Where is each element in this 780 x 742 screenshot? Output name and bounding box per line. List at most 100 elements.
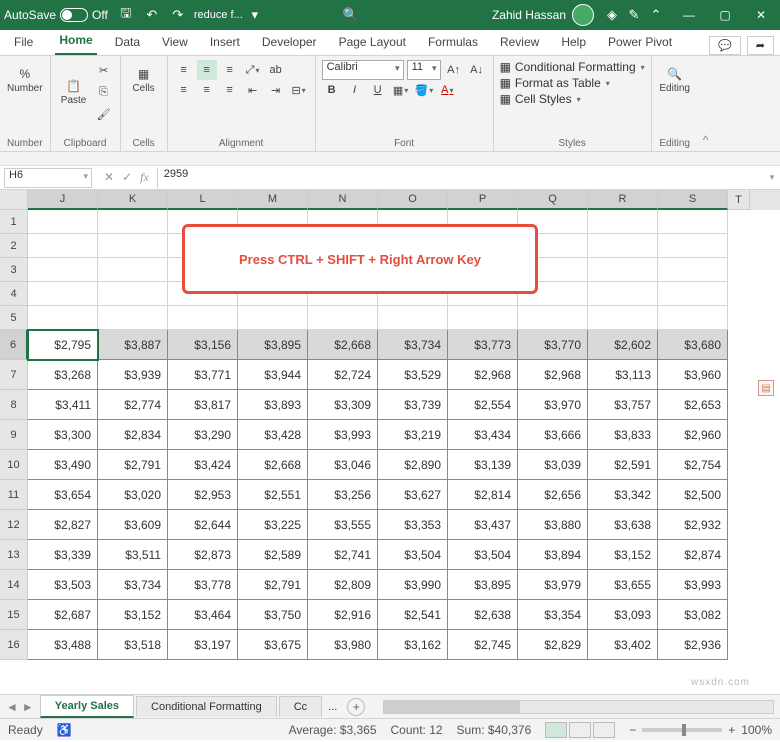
cell[interactable]: [448, 306, 518, 330]
cell[interactable]: $2,968: [448, 360, 518, 390]
tab-cc[interactable]: Cc: [279, 696, 322, 717]
cell[interactable]: [28, 234, 98, 258]
cell[interactable]: $2,724: [308, 360, 378, 390]
conditional-formatting-button[interactable]: ▦Conditional Formatting▾: [500, 60, 645, 74]
cell[interactable]: $3,488: [28, 630, 98, 660]
cell[interactable]: $2,656: [518, 480, 588, 510]
cell[interactable]: $3,654: [28, 480, 98, 510]
user-account[interactable]: Zahid Hassan: [492, 4, 594, 26]
cell[interactable]: $2,827: [28, 510, 98, 540]
cell[interactable]: $3,895: [238, 330, 308, 360]
orientation-icon[interactable]: ⤢▾: [243, 60, 263, 80]
align-right-icon[interactable]: ≡: [220, 80, 240, 100]
row-header-10[interactable]: 10: [0, 450, 28, 480]
col-header-O[interactable]: O: [378, 190, 448, 210]
col-header-J[interactable]: J: [28, 190, 98, 210]
cell[interactable]: $3,342: [588, 480, 658, 510]
ribbon-options-icon[interactable]: ⌃: [648, 7, 664, 23]
font-grow-icon[interactable]: A↑: [444, 60, 464, 80]
row-header-6[interactable]: 6: [0, 330, 28, 360]
cell[interactable]: $3,353: [378, 510, 448, 540]
indent-decrease-icon[interactable]: ⇤: [243, 80, 263, 100]
cell[interactable]: [28, 282, 98, 306]
col-header-K[interactable]: K: [98, 190, 168, 210]
border-icon[interactable]: ▦▾: [391, 80, 411, 100]
cell[interactable]: [98, 234, 168, 258]
cell[interactable]: $3,309: [308, 390, 378, 420]
cell[interactable]: $2,551: [238, 480, 308, 510]
col-header-M[interactable]: M: [238, 190, 308, 210]
cell[interactable]: $3,219: [378, 420, 448, 450]
zoom-in-icon[interactable]: +: [728, 723, 735, 737]
cell[interactable]: $3,268: [28, 360, 98, 390]
menu-help[interactable]: Help: [557, 31, 590, 55]
cell[interactable]: [518, 306, 588, 330]
cell[interactable]: $3,939: [98, 360, 168, 390]
cell[interactable]: $3,503: [28, 570, 98, 600]
cell[interactable]: $3,339: [28, 540, 98, 570]
collapse-ribbon-icon[interactable]: ^: [698, 56, 714, 151]
col-header-L[interactable]: L: [168, 190, 238, 210]
cell[interactable]: $3,895: [448, 570, 518, 600]
cell[interactable]: $3,555: [308, 510, 378, 540]
cell[interactable]: $3,734: [378, 330, 448, 360]
format-painter-icon[interactable]: 🖌: [94, 104, 114, 124]
horizontal-scrollbar[interactable]: [383, 700, 774, 714]
menu-data[interactable]: Data: [111, 31, 144, 55]
save-icon[interactable]: 🖫: [118, 7, 134, 23]
cell[interactable]: $3,893: [238, 390, 308, 420]
fill-color-icon[interactable]: 🪣▾: [414, 80, 435, 100]
tab-yearly-sales[interactable]: Yearly Sales: [40, 695, 134, 718]
cell[interactable]: [588, 282, 658, 306]
cell[interactable]: $3,046: [308, 450, 378, 480]
align-middle-icon[interactable]: ≡: [197, 60, 217, 80]
page-layout-view-icon[interactable]: [569, 722, 591, 738]
cell[interactable]: $3,750: [238, 600, 308, 630]
cell[interactable]: $2,968: [518, 360, 588, 390]
cell[interactable]: $3,770: [518, 330, 588, 360]
menu-file[interactable]: File: [6, 31, 41, 55]
cell[interactable]: $2,795: [28, 330, 98, 360]
zoom-slider[interactable]: [642, 728, 722, 732]
cell[interactable]: $3,979: [518, 570, 588, 600]
cell[interactable]: $3,225: [238, 510, 308, 540]
font-color-icon[interactable]: A▾: [437, 80, 457, 100]
cell[interactable]: $2,953: [168, 480, 238, 510]
cell[interactable]: $2,890: [378, 450, 448, 480]
cell[interactable]: $2,638: [448, 600, 518, 630]
cell[interactable]: $2,541: [378, 600, 448, 630]
cell[interactable]: $2,791: [238, 570, 308, 600]
cell[interactable]: $2,589: [238, 540, 308, 570]
cell[interactable]: $3,300: [28, 420, 98, 450]
cell[interactable]: $3,675: [238, 630, 308, 660]
brush-icon[interactable]: ✎: [626, 7, 642, 23]
cell[interactable]: $3,290: [168, 420, 238, 450]
col-header-S[interactable]: S: [658, 190, 728, 210]
share-icon[interactable]: ➦: [747, 36, 774, 55]
col-header-Q[interactable]: Q: [518, 190, 588, 210]
cell[interactable]: $3,152: [98, 600, 168, 630]
close-button[interactable]: ✕: [746, 5, 776, 25]
cell[interactable]: $3,960: [658, 360, 728, 390]
wrap-text-icon[interactable]: ab: [266, 60, 286, 80]
cell[interactable]: $2,834: [98, 420, 168, 450]
col-header-T[interactable]: T: [728, 190, 750, 210]
cell[interactable]: $2,745: [448, 630, 518, 660]
cell[interactable]: $2,774: [98, 390, 168, 420]
cell[interactable]: $3,680: [658, 330, 728, 360]
cell[interactable]: $3,511: [98, 540, 168, 570]
cell[interactable]: $3,039: [518, 450, 588, 480]
cell[interactable]: [588, 234, 658, 258]
page-break-view-icon[interactable]: [593, 722, 615, 738]
cell[interactable]: $3,609: [98, 510, 168, 540]
cells-button[interactable]: ▦ Cells: [127, 60, 161, 100]
normal-view-icon[interactable]: [545, 722, 567, 738]
font-name-select[interactable]: Calibri: [322, 60, 404, 80]
row-header-12[interactable]: 12: [0, 510, 28, 540]
menu-pagelayout[interactable]: Page Layout: [335, 31, 410, 55]
cell[interactable]: $3,993: [658, 570, 728, 600]
cell[interactable]: $3,434: [448, 420, 518, 450]
cell[interactable]: $2,916: [308, 600, 378, 630]
cell[interactable]: $2,554: [448, 390, 518, 420]
accessibility-icon[interactable]: ♿: [57, 723, 72, 737]
